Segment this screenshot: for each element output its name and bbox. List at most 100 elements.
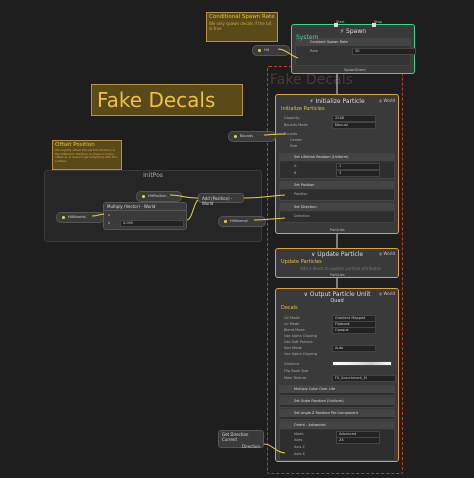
row-label: b (108, 221, 111, 225)
bounds-chip-label: Bounds (240, 134, 254, 138)
row-label: Size (290, 144, 298, 148)
row-label: Gradient (284, 362, 300, 366)
block-title: Set Angle.Z Random Per-Component (294, 411, 358, 415)
lifetime-row-b: B3 (280, 170, 394, 177)
row-value[interactable]: 1 (336, 163, 380, 170)
row-label: Uv Mode (284, 322, 300, 326)
system-watermark: Fake Decals (270, 72, 353, 88)
port-dot (258, 48, 261, 52)
port-dot (234, 134, 237, 138)
lifetime-block-title: Set Lifetime Random (Uniform) (294, 155, 349, 159)
note-spawn-rate[interactable]: Conditional Spawn Rate We only spawn dec… (206, 12, 278, 42)
init-row-capacity: Capacity 2048 (276, 115, 398, 122)
hit-chip-label: Hit (264, 48, 269, 52)
row-label: Main Texture (284, 376, 307, 380)
add-node[interactable]: Add (Position) - World (198, 193, 244, 206)
row-label: Position (294, 192, 308, 196)
row-value[interactable]: Manual (332, 122, 376, 129)
hit-position-chip[interactable]: HitPosition (136, 191, 182, 202)
row-value[interactable]: 3 (336, 170, 380, 177)
block-title: Orient : Advanced (294, 423, 326, 427)
row-label: B (294, 171, 297, 175)
block-header: Multiply Color Over Life (280, 386, 394, 393)
hit-normal-chip-2[interactable]: HitNormal (218, 216, 266, 227)
block-title: Multiply Color Over Life (294, 387, 336, 391)
multiply-node[interactable]: Multiply (Vector) - World a b 0.005 (103, 202, 187, 230)
position-block-header: Set Position (280, 182, 394, 190)
output-row: Use Alpha Clipping (276, 351, 398, 357)
row-label: a (108, 213, 111, 217)
note-fake-decals[interactable]: Fake Decals (91, 84, 243, 116)
group-title: InitPos (143, 172, 163, 179)
orient-row: Axes ZX (280, 437, 394, 444)
rate-field[interactable]: 30 (352, 48, 416, 55)
output-block[interactable]: Multiply Color Over Life (279, 385, 395, 396)
hit-normal-label: HitNormal (68, 215, 86, 219)
spawn-rate-row: Rate 30 (296, 48, 416, 55)
space-label: World (383, 251, 395, 256)
row-label: Use Alpha Clipping (284, 334, 317, 338)
spawn-block[interactable]: Constant Spawn Rate Rate 30 (295, 38, 416, 66)
rate-label: Rate (310, 49, 319, 53)
row-label: Center (290, 138, 302, 142)
output-block[interactable]: Set Scale Random (Uniform) (279, 397, 395, 408)
note-offset-position[interactable]: Offset Position We slightly offset the p… (52, 140, 122, 170)
direction-block[interactable]: Set Direction Direction (279, 203, 395, 223)
block-header: Set Angle.Z Random Per-Component (280, 410, 394, 417)
output-title-2: Quad (330, 298, 344, 304)
space-toggle[interactable]: ◎ World (379, 251, 395, 256)
space-label: World (383, 291, 395, 296)
hit-chip[interactable]: Hit (252, 45, 290, 56)
axis-row: Axis X (280, 451, 394, 457)
multiply-title: Multiply (Vector) - World (104, 203, 186, 211)
flow-port[interactable] (372, 23, 376, 27)
gradient-field[interactable] (332, 361, 392, 366)
spawn-context[interactable]: Start Stop ⚡ Spawn Constant Spawn Rate R… (291, 20, 416, 74)
output-block[interactable]: Set Angle.Z Random Per-Component (279, 409, 395, 420)
update-context[interactable]: ∨ Update Particle ◎ World Update Particl… (275, 248, 399, 278)
position-row: Position (280, 191, 394, 197)
flow-port[interactable] (334, 23, 338, 27)
port-dot (62, 215, 65, 219)
get-direction-node[interactable]: Get Direction Current Direction (218, 430, 264, 449)
gradient-row: Gradient (276, 361, 398, 367)
row-label: Bounds Mode (284, 123, 308, 127)
spawn-event-label: SpawnEvent (344, 68, 366, 72)
update-empty-hint: Add a block to update particle attribute… (300, 266, 382, 271)
lifetime-block[interactable]: Set Lifetime Random (Uniform) A1 B3 (279, 153, 395, 179)
direction-block-header: Set Direction (280, 204, 394, 212)
update-event-out: Particles (330, 273, 345, 277)
block-title: Set Scale Random (Uniform) (294, 399, 344, 403)
position-block[interactable]: Set Position Position (279, 181, 395, 201)
space-toggle[interactable]: ◎ World (379, 291, 395, 296)
row-label: Axis Z (294, 445, 305, 449)
lifetime-row-a: A1 (280, 163, 394, 170)
output-context[interactable]: ∨ Output Particle Unlit Quad ◎ World Dec… (275, 288, 399, 462)
row-label: Sort Mode (284, 346, 302, 350)
hit-normal-label: HitNormal (230, 219, 248, 223)
row-label: Flip Book Size (284, 369, 309, 373)
row-label: Mode (294, 432, 304, 436)
row-label: Use Alpha Clipping (284, 352, 317, 356)
row-value[interactable]: 2048 (332, 115, 376, 122)
system-label: System (296, 34, 319, 41)
axis-row: Axis Z (280, 444, 394, 450)
row-label: UV Mode (284, 316, 300, 320)
direction-output: Direction (241, 444, 260, 449)
row-value[interactable]: ZX (336, 437, 380, 444)
port-dot (142, 194, 145, 198)
bounds-chip[interactable]: Bounds (228, 131, 276, 142)
row-label: Direction (294, 214, 310, 218)
initialize-context[interactable]: ⚡ Initialize Particle ◎ World Initialize… (275, 94, 399, 234)
space-label: World (383, 98, 395, 103)
multiply-a-row: a (104, 212, 186, 218)
output-title: Output Particle Unlit (309, 291, 371, 298)
init-event-out: Particles (330, 228, 345, 232)
orient-block[interactable]: Orient : Advanced Mode Advanced Axes ZX Ax… (279, 421, 395, 461)
texture-field[interactable]: FX_Scorchmark_M (332, 375, 396, 382)
space-toggle[interactable]: ◎ World (379, 98, 395, 103)
bounds-size-row: Size (276, 143, 398, 149)
hit-normal-chip[interactable]: HitNormal (56, 212, 104, 223)
multiply-b-field[interactable]: 0.005 (120, 220, 184, 227)
direction-row: Direction (280, 213, 394, 219)
